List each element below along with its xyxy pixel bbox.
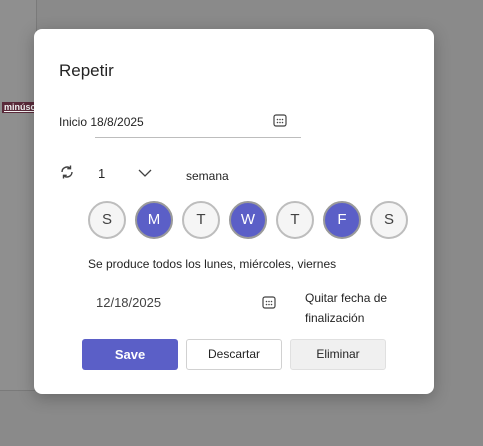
background-document: minúscul xyxy=(0,0,46,391)
end-date-value: 12/18/2025 xyxy=(96,295,162,310)
start-date-label: Inicio 18/8/2025 xyxy=(59,115,144,129)
day-toggle-monday[interactable]: M xyxy=(135,201,173,239)
calendar-icon[interactable] xyxy=(262,295,276,309)
repeat-icon xyxy=(61,165,73,179)
save-button[interactable]: Save xyxy=(82,339,178,370)
delete-button[interactable]: Eliminar xyxy=(290,339,386,370)
day-toggle-wednesday[interactable]: W xyxy=(229,201,267,239)
day-toggle-thursday[interactable]: T xyxy=(276,201,314,239)
repeat-dialog: Repetir Inicio 18/8/2025 1 semana S M T … xyxy=(34,29,434,394)
day-toggle-friday[interactable]: F xyxy=(323,201,361,239)
calendar-icon[interactable] xyxy=(273,113,287,127)
start-date-field[interactable]: Inicio 18/8/2025 xyxy=(59,113,301,137)
end-date-field[interactable]: 12/18/2025 xyxy=(96,293,276,313)
day-toggle-saturday[interactable]: S xyxy=(370,201,408,239)
chevron-down-icon[interactable] xyxy=(138,168,152,178)
day-toggle-tuesday[interactable]: T xyxy=(182,201,220,239)
discard-button[interactable]: Descartar xyxy=(186,339,282,370)
interval-value[interactable]: 1 xyxy=(98,166,105,181)
interval-unit[interactable]: semana xyxy=(186,169,229,183)
dialog-title: Repetir xyxy=(59,61,114,80)
remove-end-date-link[interactable]: Quitar fecha de finalización xyxy=(305,288,415,328)
recurrence-summary: Se produce todos los lunes, miércoles, v… xyxy=(88,257,337,271)
weekday-selector: S M T W T F S xyxy=(88,201,410,241)
start-date-underline xyxy=(95,137,301,138)
day-toggle-sunday[interactable]: S xyxy=(88,201,126,239)
